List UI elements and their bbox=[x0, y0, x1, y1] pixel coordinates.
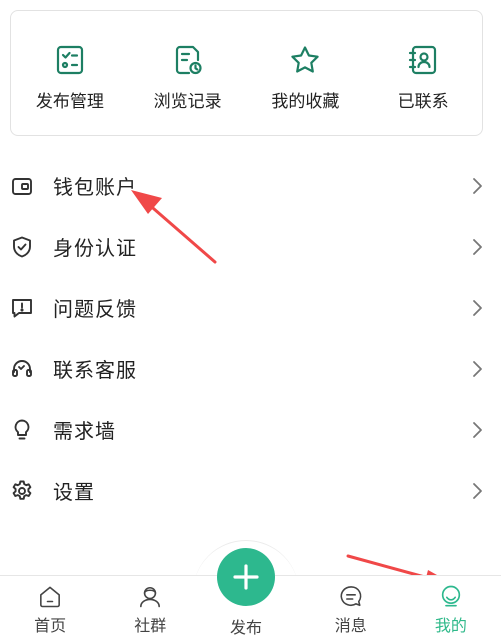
menu-item-identity[interactable]: 身份认证 bbox=[0, 216, 501, 277]
quick-action-favorites[interactable]: 我的收藏 bbox=[247, 11, 365, 135]
profile-icon bbox=[441, 585, 461, 607]
chevron-right-icon bbox=[473, 299, 482, 316]
publish-button[interactable] bbox=[217, 548, 275, 606]
quick-action-label: 发布管理 bbox=[35, 92, 104, 112]
quick-action-browse-history[interactable]: 浏览记录 bbox=[129, 11, 247, 135]
menu-item-label: 联系客服 bbox=[53, 358, 137, 382]
chevron-right-icon bbox=[473, 177, 482, 194]
tab-messages[interactable]: 消息 bbox=[301, 576, 401, 636]
quick-action-label: 浏览记录 bbox=[153, 92, 222, 112]
quick-action-label: 已联系 bbox=[397, 92, 449, 112]
history-doc-icon bbox=[175, 45, 202, 75]
menu-item-label: 钱包账户 bbox=[53, 175, 137, 199]
message-icon bbox=[340, 586, 362, 607]
quick-action-label: 我的收藏 bbox=[271, 92, 340, 112]
tab-label: 社群 bbox=[134, 616, 167, 635]
menu-item-demand-wall[interactable]: 需求墙 bbox=[0, 399, 501, 460]
menu-item-feedback[interactable]: 问题反馈 bbox=[0, 277, 501, 338]
shield-check-icon bbox=[13, 236, 31, 257]
contact-book-icon bbox=[409, 45, 437, 75]
menu-item-settings[interactable]: 设置 bbox=[0, 460, 501, 521]
tab-label: 我的 bbox=[434, 616, 467, 635]
quick-action-contacted[interactable]: 已联系 bbox=[364, 11, 482, 135]
gear-icon bbox=[12, 480, 32, 500]
menu-item-label: 问题反馈 bbox=[53, 297, 137, 321]
chevron-right-icon bbox=[473, 421, 482, 438]
quick-action-publish-manage[interactable]: 发布管理 bbox=[11, 11, 129, 135]
community-icon bbox=[140, 586, 161, 608]
menu-item-label: 需求墙 bbox=[53, 419, 116, 443]
tab-label: 首页 bbox=[34, 616, 67, 635]
menu-item-wallet[interactable]: 钱包账户 bbox=[0, 155, 501, 216]
publish-label: 发布 bbox=[229, 618, 262, 636]
menu-item-customer-service[interactable]: 联系客服 bbox=[0, 338, 501, 399]
tab-community[interactable]: 社群 bbox=[100, 576, 200, 636]
menu-item-label: 身份认证 bbox=[53, 236, 137, 260]
tab-home[interactable]: 首页 bbox=[0, 576, 100, 636]
quick-actions-card: 发布管理 浏览记录 我的收藏 已联系 bbox=[10, 10, 483, 136]
chevron-right-icon bbox=[473, 482, 482, 499]
tab-mine[interactable]: 我的 bbox=[401, 576, 501, 636]
feedback-icon bbox=[12, 298, 32, 317]
lightbulb-icon bbox=[14, 419, 30, 439]
tab-label: 消息 bbox=[334, 616, 367, 635]
star-icon bbox=[291, 46, 320, 73]
chevron-right-icon bbox=[473, 360, 482, 377]
headset-icon bbox=[12, 359, 32, 377]
settings-menu: 钱包账户 身份认证 问题反馈 联系客服 需求墙 设置 bbox=[0, 155, 501, 521]
plus-icon bbox=[233, 564, 259, 590]
wallet-icon bbox=[12, 177, 32, 195]
checklist-icon bbox=[56, 45, 83, 75]
chevron-right-icon bbox=[473, 238, 482, 255]
home-icon bbox=[40, 586, 61, 608]
menu-item-label: 设置 bbox=[53, 480, 95, 504]
